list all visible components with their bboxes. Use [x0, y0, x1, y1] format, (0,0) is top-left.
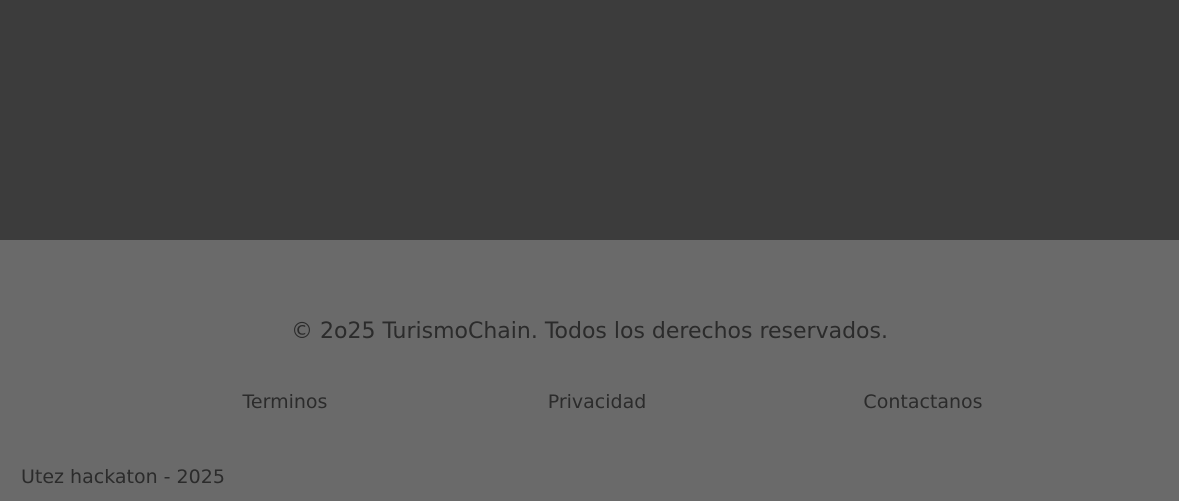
page-footer: © 2o25 TurismoChain. Todos los derechos …: [0, 240, 1179, 501]
dimmed-content-area: [0, 0, 1179, 240]
footer-link-terminos[interactable]: Terminos: [243, 390, 328, 414]
event-note: Utez hackaton - 2025: [21, 466, 225, 488]
footer-link-privacidad[interactable]: Privacidad: [548, 390, 647, 414]
copyright-text: © 2o25 TurismoChain. Todos los derechos …: [291, 319, 888, 344]
footer-link-contactanos[interactable]: Contactanos: [863, 390, 982, 414]
